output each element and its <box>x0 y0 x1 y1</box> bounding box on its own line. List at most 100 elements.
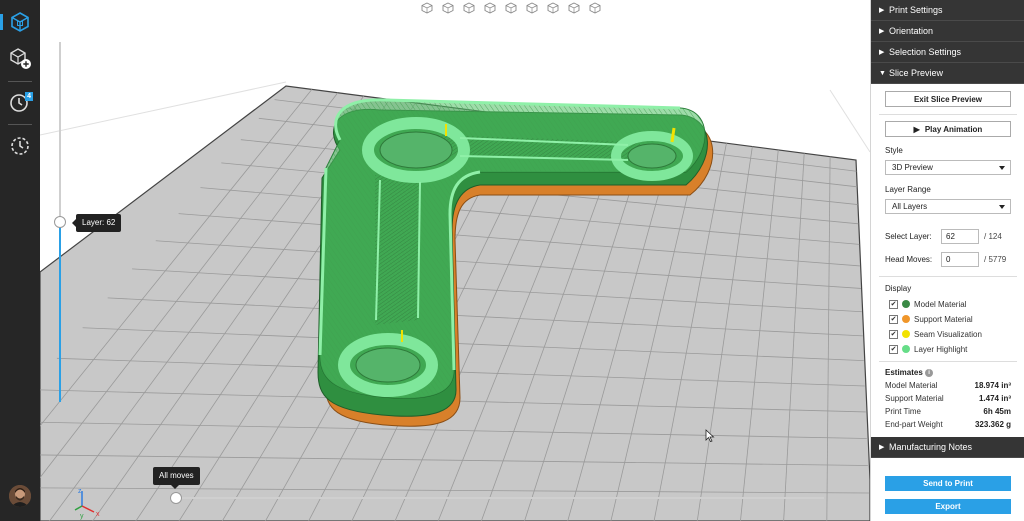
divider <box>879 276 1017 277</box>
checkbox[interactable]: ✔ <box>889 299 898 309</box>
section-slice-preview[interactable]: ▼ Slice Preview <box>871 63 1024 84</box>
back-view-icon <box>442 2 454 14</box>
color-swatch-icon <box>902 330 910 338</box>
history-icon <box>11 137 29 155</box>
add-part-icon <box>10 48 31 69</box>
layer-total: / 124 <box>984 232 1002 241</box>
layer-slider-thumb[interactable] <box>54 216 66 228</box>
moves-tooltip: All moves <box>153 467 200 489</box>
toolbar-separator <box>8 124 32 125</box>
checkbox[interactable]: ✔ <box>889 344 898 354</box>
avatar[interactable] <box>9 485 31 507</box>
color-swatch-icon <box>902 315 910 323</box>
display-option-label: Layer Highlight <box>914 344 968 354</box>
export-button[interactable]: Export <box>885 499 1011 514</box>
collapse-arrow-icon: ▼ <box>879 69 886 77</box>
play-icon: ▶ <box>913 124 920 134</box>
seam-marker <box>670 127 676 143</box>
send-to-print-button[interactable]: Send to Print <box>885 476 1011 491</box>
layer-tooltip: Layer: 62 <box>71 214 122 232</box>
color-swatch-icon <box>902 300 910 308</box>
display-label: Display <box>885 284 912 293</box>
axis-label-x: x <box>96 511 100 518</box>
style-dropdown[interactable]: 3D Preview <box>885 160 1011 175</box>
chevron-down-icon <box>999 205 1005 209</box>
moves-slider-track[interactable] <box>176 497 824 499</box>
display-option-label: Model Material <box>914 299 967 309</box>
play-animation-button[interactable]: ▶ Play Animation <box>885 121 1011 137</box>
section-selection-settings[interactable]: ▶ Selection Settings <box>871 42 1024 63</box>
estimate-label: End-part Weight <box>885 420 943 429</box>
active-indicator <box>0 14 3 30</box>
chevron-down-icon <box>999 166 1005 170</box>
head-moves-input[interactable]: 0 <box>941 252 979 267</box>
left-toolbar: 4 <box>0 0 40 521</box>
divider <box>879 361 1017 362</box>
info-icon[interactable]: i <box>925 368 934 377</box>
perspective-button[interactable] <box>565 1 583 15</box>
display-option-row[interactable]: ✔ Seam Visualization <box>889 328 982 340</box>
display-option-row[interactable]: ✔ Layer Highlight <box>889 343 967 355</box>
add-part-button[interactable] <box>6 44 34 72</box>
iso-view-button[interactable] <box>544 1 562 15</box>
axis-label-y: y <box>80 513 84 520</box>
build-plate-scene <box>40 81 870 521</box>
display-option-row[interactable]: ✔ Support Material <box>889 313 973 325</box>
estimate-value: 1.474 in³ <box>978 394 1011 403</box>
display-option-label: Seam Visualization <box>914 329 982 339</box>
estimates-heading: Estimates i <box>885 368 934 377</box>
bottom-view-icon <box>526 2 538 14</box>
left-view-icon <box>463 2 475 14</box>
moves-slider-thumb[interactable] <box>170 492 182 504</box>
right-view-icon <box>484 2 496 14</box>
head-moves-total: / 5779 <box>984 255 1007 264</box>
axis-label-z: z <box>78 488 82 495</box>
layer-range-dropdown[interactable]: All Layers <box>885 199 1011 214</box>
layer-slider-fill <box>59 222 61 402</box>
package-cube-icon <box>11 12 29 32</box>
checkbox[interactable]: ✔ <box>889 329 898 339</box>
section-print-settings[interactable]: ▶ Print Settings <box>871 0 1024 21</box>
job-queue-button[interactable]: 4 <box>6 88 34 116</box>
expand-arrow-icon: ▶ <box>879 444 885 451</box>
right-view-button[interactable] <box>481 1 499 15</box>
estimate-label: Print Time <box>885 407 922 416</box>
top-view-button[interactable] <box>502 1 520 15</box>
left-view-button[interactable] <box>460 1 478 15</box>
3d-viewport[interactable]: Layer: 62 All moves z x y <box>40 0 870 521</box>
style-label: Style <box>885 146 903 155</box>
estimate-value: 323.362 g <box>974 420 1011 429</box>
zoom-fit-icon <box>589 2 601 14</box>
display-option-row[interactable]: ✔ Model Material <box>889 298 966 310</box>
front-view-button[interactable] <box>418 1 436 15</box>
estimate-value: 6h 45m <box>983 407 1011 416</box>
expand-arrow-icon: ▶ <box>879 49 885 56</box>
display-option-label: Support Material <box>914 314 973 324</box>
estimate-label: Support Material <box>885 394 944 403</box>
bottom-view-button[interactable] <box>523 1 541 15</box>
top-view-icon <box>505 2 517 14</box>
user-avatar-icon <box>9 485 31 507</box>
expand-arrow-icon: ▶ <box>879 28 885 35</box>
select-layer-label: Select Layer: <box>885 232 932 241</box>
layer-range-label: Layer Range <box>885 185 931 194</box>
back-view-button[interactable] <box>439 1 457 15</box>
exit-slice-preview-button[interactable]: Exit Slice Preview <box>885 91 1011 107</box>
axis-triad-icon: z x y <box>74 488 100 520</box>
divider <box>879 114 1017 115</box>
estimate-label: Model Material <box>885 381 938 390</box>
select-layer-input[interactable]: 62 <box>941 229 979 244</box>
section-orientation[interactable]: ▶ Orientation <box>871 21 1024 42</box>
checkbox[interactable]: ✔ <box>889 314 898 324</box>
iso-view-icon <box>547 2 559 14</box>
perspective-icon <box>568 2 580 14</box>
right-panel: ▶ Print Settings ▶ Orientation ▶ Selection … <box>870 0 1024 521</box>
front-view-icon <box>421 2 433 14</box>
section-manufacturing-notes[interactable]: ▶ Manufacturing Notes <box>871 437 1024 458</box>
job-count-badge: 4 <box>25 92 33 101</box>
package-button[interactable] <box>6 8 34 36</box>
zoom-fit-button[interactable] <box>586 1 604 15</box>
history-button[interactable] <box>6 132 34 160</box>
view-toolbar <box>418 0 604 16</box>
estimate-value: 18.974 in³ <box>974 381 1011 390</box>
